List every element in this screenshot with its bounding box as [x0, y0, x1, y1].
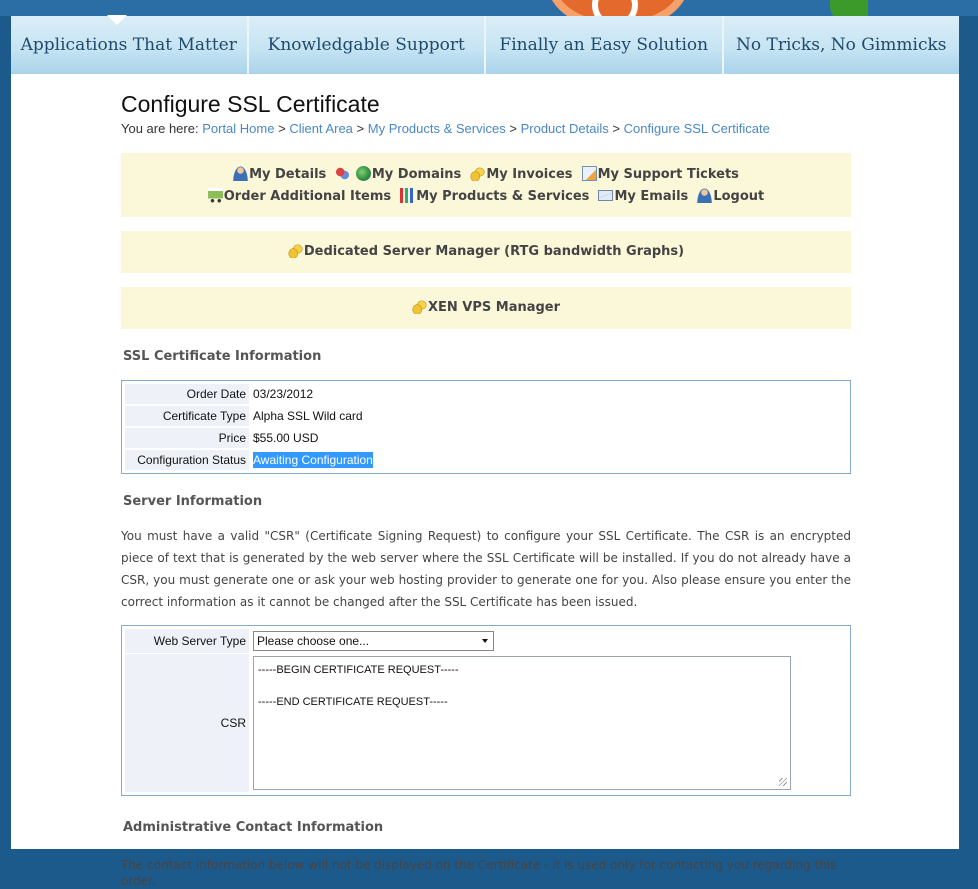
menu-label: My Invoices: [486, 167, 573, 182]
menu-label: Dedicated Server Manager (RTG bandwidth …: [303, 244, 685, 259]
ssl-info-table: Order Date 03/23/2012 Certificate Type A…: [121, 380, 851, 474]
user-icon: [697, 188, 713, 203]
globe-icon: [355, 166, 371, 181]
dropdown-arrow-icon: [482, 639, 488, 643]
table-row: Configuration Status Awaiting Configurat…: [125, 449, 847, 471]
resize-grip-icon[interactable]: [779, 778, 787, 786]
domains-icon: [335, 166, 351, 181]
breadcrumb-separator: >: [356, 121, 365, 136]
coins-icon: [411, 299, 427, 314]
menu-label: My Domains: [371, 167, 462, 182]
breadcrumb-separator: >: [278, 121, 286, 136]
menu-my-invoices[interactable]: My Invoices: [470, 164, 573, 186]
menu-label: My Support Tickets: [597, 167, 739, 182]
menu-my-support-tickets[interactable]: My Support Tickets: [581, 164, 739, 186]
server-info-heading: Server Information: [123, 494, 263, 509]
menu-label: My Emails: [614, 189, 689, 204]
user-icon: [233, 166, 249, 181]
main-content: Configure SSL Certificate You are here: …: [121, 90, 851, 889]
breadcrumb-client-area[interactable]: Client Area: [289, 121, 353, 136]
table-row: Price $55.00 USD: [125, 427, 847, 449]
nav-item-applications[interactable]: Applications That Matter: [11, 15, 249, 74]
breadcrumb-prefix: You are here:: [121, 121, 199, 136]
menu-my-details[interactable]: My Details: [233, 164, 326, 186]
config-status-cell: Awaiting Configuration: [249, 450, 373, 470]
price-label: Price: [125, 428, 249, 448]
menu-label: Order Additional Items: [223, 189, 392, 204]
breadcrumb-products-services[interactable]: My Products & Services: [368, 121, 506, 136]
menu-label: XEN VPS Manager: [427, 300, 561, 315]
admin-contact-heading: Administrative Contact Information: [123, 820, 384, 835]
nav-item-easy-solution[interactable]: Finally an Easy Solution: [486, 16, 724, 74]
certificate-type-value: Alpha SSL Wild card: [253, 409, 363, 423]
dedicated-server-manager-link[interactable]: Dedicated Server Manager (RTG bandwidth …: [287, 231, 685, 273]
certificate-type-label: Certificate Type: [125, 406, 249, 426]
coins-icon: [287, 243, 303, 258]
white-ring-graphic: [592, 0, 638, 16]
blue-graphic: [868, 0, 958, 16]
nav-item-support[interactable]: Knowledgable Support: [249, 16, 486, 74]
web-server-type-select[interactable]: Please choose one...: [253, 631, 494, 651]
server-info-form: Web Server Type Please choose one... CSR…: [121, 625, 851, 796]
menu-logout[interactable]: Logout: [697, 186, 764, 208]
breadcrumb: You are here: Portal Home > Client Area …: [121, 121, 851, 137]
order-date-value: 03/23/2012: [253, 387, 314, 401]
chart-icon: [400, 188, 416, 203]
web-server-type-label: Web Server Type: [125, 629, 249, 653]
menu-label: My Details: [249, 167, 327, 182]
breadcrumb-separator: >: [612, 121, 620, 136]
nav-item-no-tricks[interactable]: No Tricks, No Gimmicks: [724, 16, 960, 74]
breadcrumb-configure-ssl[interactable]: Configure SSL Certificate: [624, 121, 770, 136]
dedicated-server-box: Dedicated Server Manager (RTG bandwidth …: [121, 231, 851, 273]
menu-order-additional[interactable]: Order Additional Items: [207, 186, 392, 208]
page-container: Applications That Matter Knowledgable Su…: [11, 15, 960, 888]
price-value: $55.00 USD: [253, 431, 319, 445]
admin-contact-description: The contact information below will not b…: [121, 858, 837, 888]
ssl-info-heading: SSL Certificate Information: [123, 349, 322, 364]
csr-instructions: You must have a valid "CSR" (Certificate…: [121, 529, 851, 609]
csr-text: -----BEGIN CERTIFICATE REQUEST----- ----…: [258, 664, 459, 708]
client-menu: My Details My Domains My Invoices My Sup…: [121, 153, 851, 217]
mail-icon: [598, 190, 614, 201]
breadcrumb-separator: >: [509, 121, 517, 136]
order-date-label: Order Date: [125, 384, 249, 404]
csr-textarea[interactable]: -----BEGIN CERTIFICATE REQUEST----- ----…: [253, 656, 791, 790]
top-nav: Applications That Matter Knowledgable Su…: [11, 15, 960, 74]
web-server-type-value: Please choose one...: [257, 634, 370, 648]
client-menu-row-1: My Details My Domains My Invoices My Sup…: [121, 164, 851, 186]
ticket-icon: [581, 166, 597, 181]
cart-icon: [207, 188, 223, 203]
header-logo-art: [548, 0, 958, 16]
config-status-label: Configuration Status: [125, 450, 249, 470]
csr-cell: -----BEGIN CERTIFICATE REQUEST----- ----…: [249, 654, 791, 792]
table-row: Order Date 03/23/2012: [125, 383, 847, 405]
xen-vps-box: XEN VPS Manager: [121, 287, 851, 329]
breadcrumb-portal-home[interactable]: Portal Home: [202, 121, 274, 136]
menu-label: Logout: [713, 189, 765, 204]
csr-label: CSR: [125, 654, 249, 792]
config-status-value: Awaiting Configuration: [253, 452, 373, 468]
coins-icon: [470, 166, 486, 181]
web-server-cell: Please choose one...: [249, 629, 494, 653]
menu-label: My Products & Services: [416, 189, 590, 204]
client-menu-row-2: Order Additional Items My Products & Ser…: [121, 186, 851, 208]
xen-vps-manager-link[interactable]: XEN VPS Manager: [411, 287, 561, 329]
breadcrumb-product-details[interactable]: Product Details: [521, 121, 609, 136]
page-title: Configure SSL Certificate: [121, 91, 380, 117]
menu-my-products[interactable]: My Products & Services: [400, 186, 589, 208]
menu-my-emails[interactable]: My Emails: [598, 186, 688, 208]
csr-row: CSR -----BEGIN CERTIFICATE REQUEST----- …: [125, 654, 847, 792]
menu-my-domains[interactable]: My Domains: [335, 164, 461, 186]
table-row: Certificate Type Alpha SSL Wild card: [125, 405, 847, 427]
web-server-row: Web Server Type Please choose one...: [125, 629, 847, 653]
